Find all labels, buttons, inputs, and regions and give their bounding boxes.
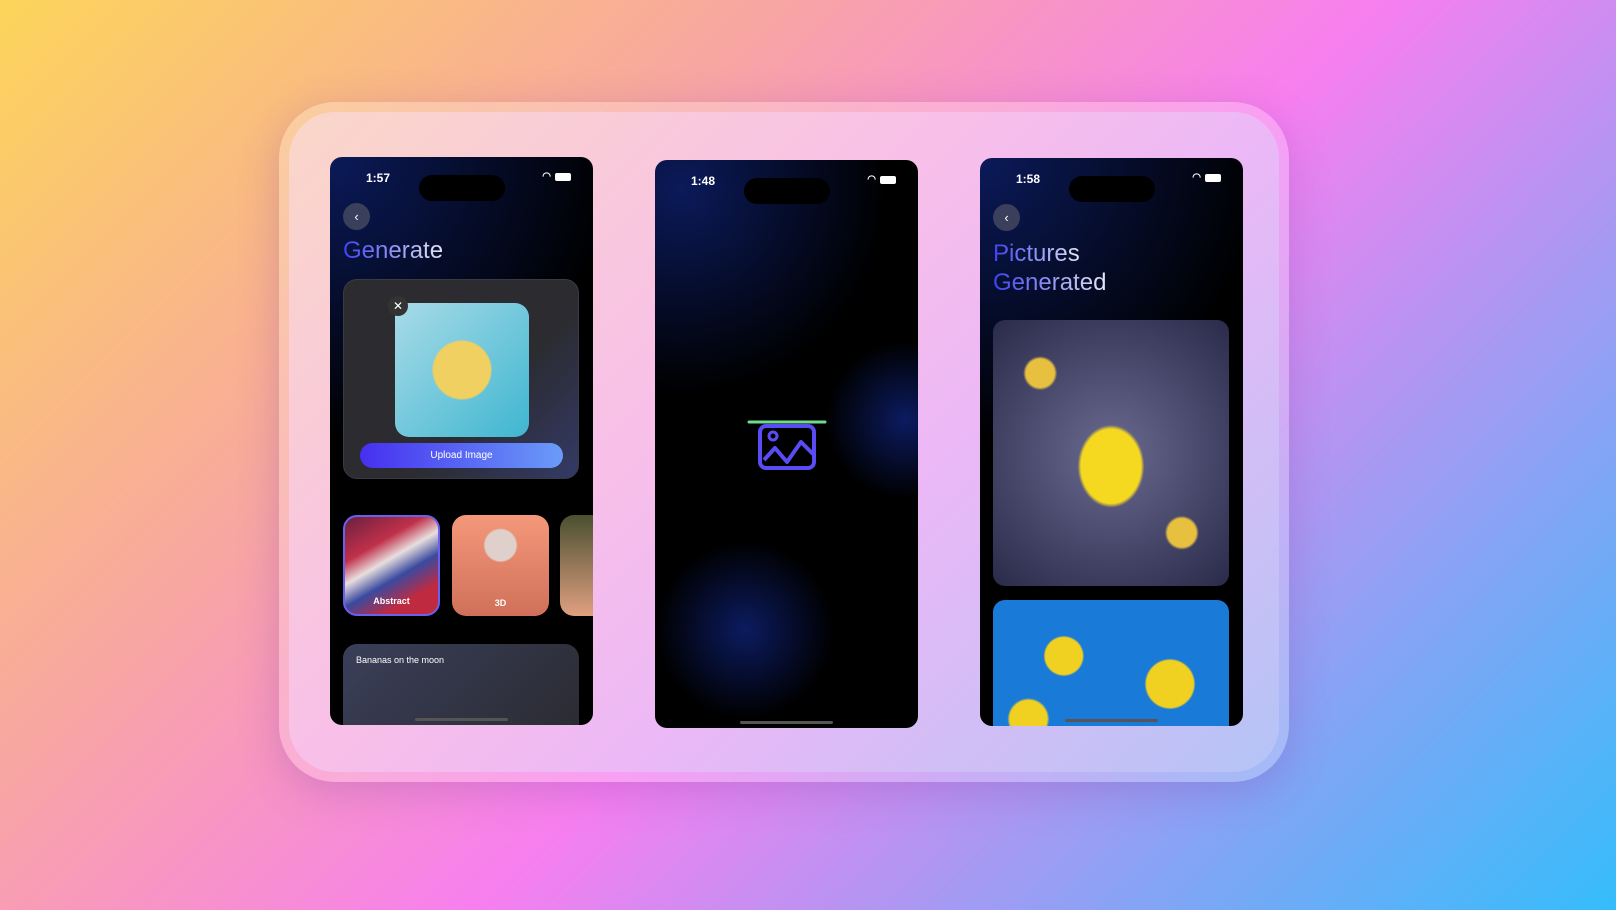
battery-icon — [880, 175, 896, 184]
status-bar: 1:57 ◠ — [330, 169, 593, 201]
chevron-left-icon: ‹ — [354, 209, 359, 224]
status-time: 1:48 — [691, 174, 716, 188]
uploaded-image — [395, 303, 529, 437]
home-indicator — [740, 721, 833, 724]
dynamic-island — [419, 175, 505, 201]
wifi-icon: ◠ — [867, 174, 876, 185]
generated-image[interactable] — [993, 600, 1229, 726]
generate-screen: 1:57 ◠ ‹ Generate ✕ Upload Image Abstract… — [330, 157, 593, 725]
chevron-left-icon: ‹ — [1004, 210, 1009, 225]
home-indicator — [1065, 719, 1158, 722]
image-icon — [747, 420, 827, 470]
style-abstract[interactable]: Abstract — [343, 515, 440, 616]
status-time: 1:58 — [1016, 172, 1041, 186]
wifi-icon: ◠ — [542, 171, 551, 182]
back-button[interactable]: ‹ — [993, 204, 1020, 231]
remove-image-button[interactable]: ✕ — [388, 296, 408, 316]
style-partial[interactable] — [560, 515, 593, 616]
status-bar: 1:48 ◠ — [655, 172, 918, 204]
home-indicator — [415, 718, 508, 721]
style-label: 3D — [494, 598, 507, 608]
status-icons: ◠ — [542, 171, 571, 182]
glow — [825, 340, 918, 500]
loading-screen: 1:48 ◠ — [655, 160, 918, 728]
wifi-icon: ◠ — [1192, 172, 1201, 183]
glow — [655, 540, 835, 720]
dynamic-island — [1069, 176, 1155, 202]
close-icon: ✕ — [392, 299, 404, 313]
style-label: Abstract — [373, 596, 410, 606]
back-button[interactable]: ‹ — [343, 203, 370, 230]
status-time: 1:57 — [366, 171, 391, 185]
dynamic-island — [744, 178, 830, 204]
page-title: Generate — [343, 237, 444, 264]
upload-image-button[interactable]: Upload Image — [360, 443, 563, 468]
page-title-line2: Generated — [993, 269, 1107, 296]
battery-icon — [555, 172, 571, 181]
status-icons: ◠ — [1192, 172, 1221, 183]
status-bar: 1:58 ◠ — [980, 170, 1243, 202]
page-title-line1: Pictures — [993, 240, 1080, 267]
generated-image[interactable] — [993, 320, 1229, 586]
results-screen: 1:58 ◠ ‹ Pictures Generated — [980, 158, 1243, 726]
status-icons: ◠ — [867, 174, 896, 185]
battery-icon — [1205, 173, 1221, 182]
upload-card: ✕ Upload Image — [343, 279, 579, 479]
style-3d[interactable]: 3D — [452, 515, 549, 616]
prompt-input[interactable]: Bananas on the moon — [343, 644, 579, 725]
